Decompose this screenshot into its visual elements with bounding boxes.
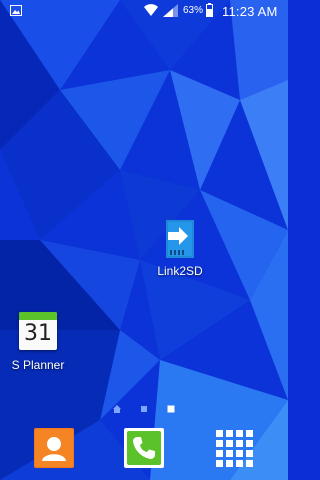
app-link2sd[interactable]: Link2SD xyxy=(148,218,212,278)
status-bar[interactable]: 63% 11:23 AM xyxy=(0,0,288,24)
apps-grid-icon[interactable] xyxy=(214,428,254,468)
battery-percent: 63% xyxy=(183,5,204,16)
signal-icon xyxy=(163,4,178,17)
page-indicator[interactable] xyxy=(112,404,178,414)
app-label: S Planner xyxy=(11,358,65,372)
battery-icon xyxy=(206,3,213,17)
calendar-day: 31 xyxy=(24,321,52,346)
phone-icon[interactable] xyxy=(124,428,164,468)
page-dot[interactable] xyxy=(139,404,149,414)
contacts-icon[interactable] xyxy=(34,428,74,468)
calendar-icon: 31 xyxy=(18,312,58,354)
link2sd-sd-card-icon xyxy=(164,218,196,262)
gallery-icon xyxy=(10,5,22,16)
app-s-planner[interactable]: 31 S Planner xyxy=(6,312,70,372)
page-dot-active[interactable] xyxy=(166,404,176,414)
app-label: Link2SD xyxy=(157,264,203,278)
clock: 11:23 AM xyxy=(222,4,278,19)
home-icon[interactable] xyxy=(112,404,122,414)
wifi-icon xyxy=(144,4,158,16)
